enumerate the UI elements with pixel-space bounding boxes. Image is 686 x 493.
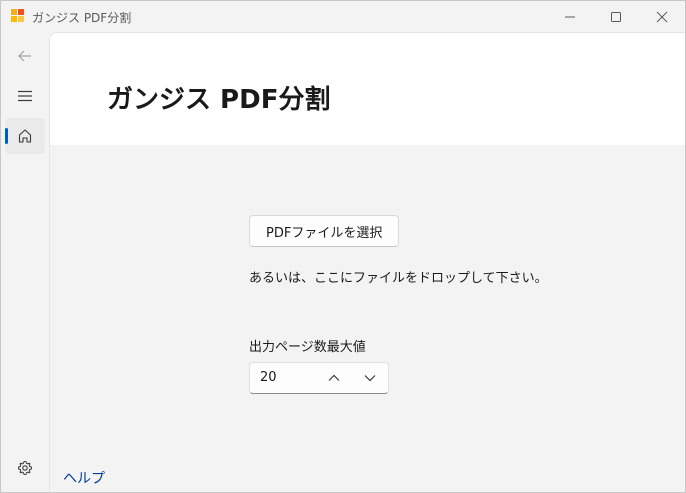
drop-hint-text: あるいは、ここにファイルをドロップして下さい。	[249, 271, 548, 286]
page-title: ガンジス PDF分割	[107, 85, 331, 115]
page-header: ガンジス PDF分割	[50, 33, 685, 145]
close-button[interactable]	[639, 1, 685, 32]
menu-toggle-button[interactable]	[5, 78, 45, 114]
gear-icon	[18, 461, 32, 475]
help-link[interactable]: ヘルプ	[63, 468, 105, 488]
maximize-icon	[611, 11, 621, 22]
home-icon	[18, 129, 32, 143]
max-pages-value[interactable]: 20	[260, 370, 277, 385]
window-title: ガンジス PDF分割	[32, 11, 132, 25]
decrement-button[interactable]	[356, 366, 384, 390]
max-pages-number-box[interactable]: 20	[249, 362, 389, 394]
navigation-pane	[1, 32, 49, 492]
title-bar[interactable]: ガンジス PDF分割	[1, 1, 685, 32]
increment-button[interactable]	[320, 366, 348, 390]
main-content-area: ガンジス PDF分割 PDFファイルを選択 あるいは、ここにファイルをドロップし…	[49, 32, 685, 492]
maximize-button[interactable]	[593, 1, 639, 32]
max-pages-label: 出力ページ数最大値	[249, 340, 366, 355]
app-icon	[11, 9, 25, 23]
chevron-down-icon	[364, 375, 376, 382]
chevron-up-icon	[328, 374, 340, 381]
app-window: ガンジス PDF分割 ガンジス PDF分割 PDFファイルを選択 あるいは、ここ…	[0, 0, 686, 493]
page-content[interactable]: PDFファイルを選択 あるいは、ここにファイルをドロップして下さい。 出力ページ…	[50, 145, 685, 492]
nav-item-home[interactable]	[5, 118, 45, 154]
settings-button[interactable]	[5, 450, 45, 486]
close-icon	[656, 11, 668, 22]
selection-indicator	[5, 128, 8, 144]
back-arrow-icon	[18, 50, 31, 62]
select-pdf-button[interactable]: PDFファイルを選択	[249, 215, 400, 247]
minimize-button[interactable]	[547, 1, 593, 32]
minimize-icon	[565, 16, 575, 17]
back-button[interactable]	[5, 38, 45, 74]
hamburger-menu-icon	[18, 90, 32, 102]
